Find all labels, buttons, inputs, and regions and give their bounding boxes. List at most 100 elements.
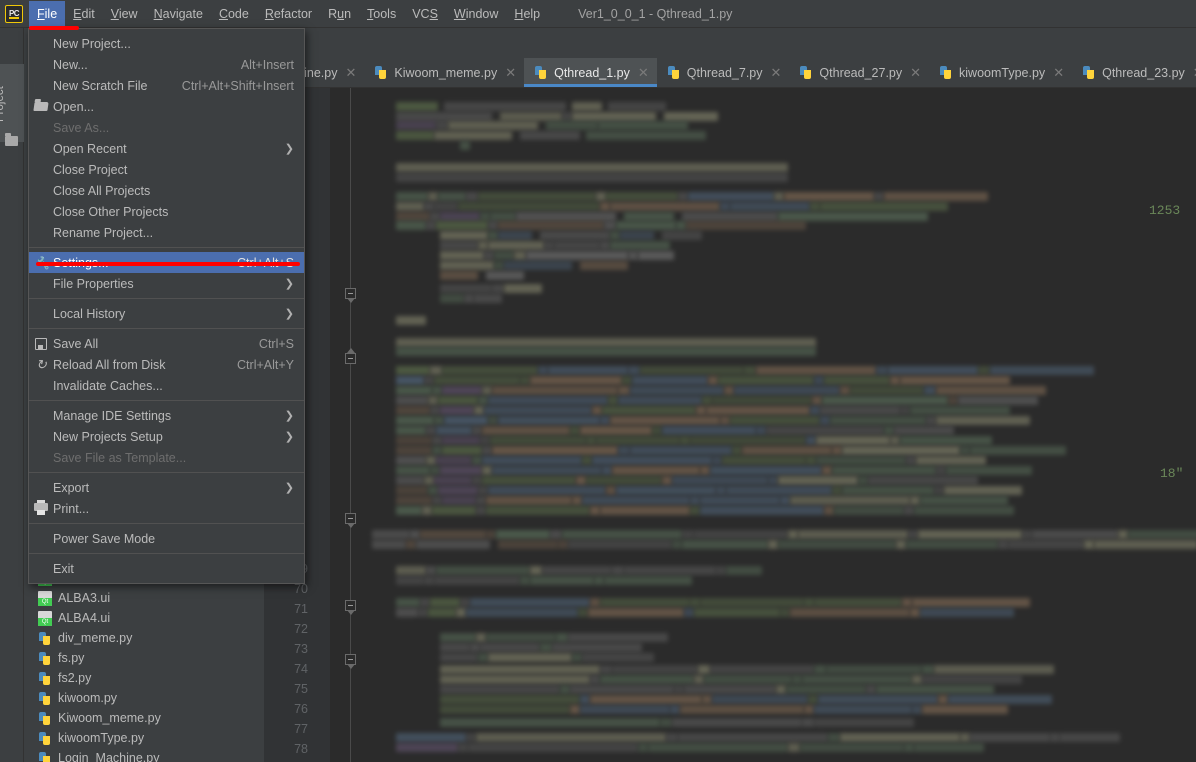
redacted-code-fragment [440,653,478,662]
python-file-icon [38,651,52,666]
file-menu-item-save-all[interactable]: Save All Ctrl+S [29,333,304,354]
tree-item-kiwoomtype-py[interactable]: kiwoomType.py [24,728,264,748]
menu-separator [29,400,304,401]
redacted-code-fragment [672,476,768,485]
editor-tab-qthread_7-py[interactable]: Qthread_7.py ✕ [656,58,790,87]
editor-tab-bar[interactable]: Login_Machine.py✕Kiwoom_meme.py✕Qthread_… [264,58,1196,88]
redacted-code-fragment [920,496,1008,505]
editor-tab-qthread_27-py[interactable]: Qthread_27.py ✕ [789,58,930,87]
redacted-code-fragment [396,163,788,172]
redacted-code-fragment [486,506,590,515]
file-menu-item-close-project[interactable]: Close Project [29,159,304,180]
tree-item-label: div_meme.py [58,631,133,645]
editor-tab-kiwoom_meme-py[interactable]: Kiwoom_meme.py ✕ [364,58,525,87]
redacted-code-fragment [900,376,1010,385]
redacted-code-fragment [498,416,600,425]
redacted-code-fragment [440,284,492,293]
menu-item-file[interactable]: File [29,0,66,27]
menu-item-vcs[interactable]: VCS [404,1,446,27]
file-menu-item-new-project[interactable]: New Project... [29,33,304,54]
close-icon[interactable]: ✕ [638,65,649,81]
redacted-code-fragment [720,202,730,211]
folder-icon [5,133,18,146]
tree-item-alba3-ui[interactable]: ALBA3.ui [24,588,264,608]
redacted-code-fragment [476,733,666,742]
redacted-code-fragment [396,376,424,385]
redacted-code-fragment [618,446,630,455]
code-fold-toggle[interactable] [345,348,356,364]
code-editor[interactable]: 1253 18" [330,88,1196,762]
redacted-code-fragment [586,476,662,485]
file-menu-item-close-all-projects[interactable]: Close All Projects [29,180,304,201]
menu-item-edit[interactable]: Edit [65,1,103,27]
code-fold-toggle[interactable] [345,600,356,615]
menu-item-view[interactable]: View [103,1,146,27]
editor-tab-qthread_23-py[interactable]: Qthread_23.py✕ [1072,58,1196,87]
redacted-code-fragment [490,212,516,221]
tree-item-fs-py[interactable]: fs.py [24,648,264,668]
file-menu-item-print[interactable]: Print... [29,498,304,519]
tree-item-kiwoom_meme-py[interactable]: Kiwoom_meme.py [24,708,264,728]
menu-item-tools[interactable]: Tools [359,1,404,27]
redacted-code-fragment [948,396,958,405]
code-fold-toggle[interactable] [345,288,356,303]
menu-separator [29,472,304,473]
file-menu-item-invalidate-caches[interactable]: Invalidate Caches... [29,375,304,396]
menu-item-window[interactable]: Window [446,1,506,27]
redacted-code-fragment [908,530,918,539]
close-icon[interactable]: ✕ [910,65,921,81]
file-menu-item-reload-all-from-disk[interactable]: ↻ Reload All from Disk Ctrl+Alt+Y [29,354,304,375]
close-icon[interactable]: ✕ [505,65,516,81]
line-number: 78 [294,742,308,756]
code-text-fragment: 1253 [1149,203,1181,218]
redacted-code-fragment [488,416,498,425]
redacted-code-fragment [428,192,438,201]
redacted-code-fragment [464,294,474,303]
redacted-code-fragment [784,192,874,201]
redacted-code-fragment [554,241,600,250]
code-fold-toggle[interactable] [345,513,356,528]
file-menu-item-close-other-projects[interactable]: Close Other Projects [29,201,304,222]
line-number: 72 [294,622,308,636]
file-menu-item-rename-project[interactable]: Rename Project... [29,222,304,243]
editor-tab-qthread_1-py[interactable]: Qthread_1.py ✕ [524,58,657,87]
redacted-code-fragment [570,705,580,714]
redacted-code-fragment [612,665,698,674]
redacted-code-fragment [682,212,778,221]
close-icon[interactable]: ✕ [345,65,356,81]
code-fold-toggle[interactable] [345,654,356,669]
file-menu-item-exit[interactable]: Exit [29,558,304,579]
close-icon[interactable]: ✕ [1053,65,1064,81]
file-menu-item-new-scratch-file[interactable]: New Scratch File Ctrl+Alt+Shift+Insert [29,75,304,96]
menu-item-run[interactable]: Run [320,1,359,27]
redacted-code-fragment [426,426,436,435]
file-menu-item-manage-ide-settings[interactable]: Manage IDE Settings ❯ [29,405,304,426]
menu-item-navigate[interactable]: Navigate [146,1,211,27]
redacted-code-fragment [486,271,524,280]
tree-item-alba4-ui[interactable]: ALBA4.ui [24,608,264,628]
tree-item-fs2-py[interactable]: fs2.py [24,668,264,688]
editor-tab-kiwoomtype-py[interactable]: kiwoomType.py ✕ [929,58,1073,87]
file-menu-item-new[interactable]: New... Alt+Insert [29,54,304,75]
file-menu-item-local-history[interactable]: Local History ❯ [29,303,304,324]
file-menu-item-export[interactable]: Export ❯ [29,477,304,498]
file-menu-popup[interactable]: New Project... New... Alt+Insert New Scratc… [28,28,305,584]
tree-item-kiwoom-py[interactable]: kiwoom.py [24,688,264,708]
tree-item-div_meme-py[interactable]: div_meme.py [24,628,264,648]
redacted-code-fragment [622,376,632,385]
file-menu-item-file-properties[interactable]: File Properties ❯ [29,273,304,294]
redacted-code-fragment [416,540,490,549]
file-menu-item-power-save-mode[interactable]: Power Save Mode [29,528,304,549]
redacted-code-fragment [684,608,694,617]
tool-window-tab-project[interactable]: Project [0,64,24,142]
file-menu-item-new-projects-setup[interactable]: New Projects Setup ❯ [29,426,304,447]
menu-item-refactor[interactable]: Refactor [257,1,320,27]
menu-item-code[interactable]: Code [211,1,257,27]
menu-item-help[interactable]: Help [506,1,548,27]
redacted-code-fragment [594,576,604,585]
file-menu-item-open-recent[interactable]: Open Recent ❯ [29,138,304,159]
file-menu-item-open[interactable]: Open... [29,96,304,117]
tree-item-login_machine-py[interactable]: Login_Machine.py [24,748,264,762]
close-icon[interactable]: ✕ [771,65,782,81]
chevron-right-icon: ❯ [284,482,294,494]
